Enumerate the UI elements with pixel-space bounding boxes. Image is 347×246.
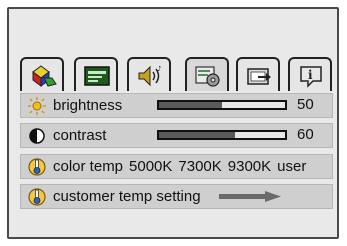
option-5000k[interactable]: 5000K [129,158,172,175]
contrast-slider[interactable] [157,130,287,140]
color-temp-label: color temp [53,158,124,175]
system-gear-icon [195,66,220,87]
brightness-label: brightness [53,97,123,114]
info-icon: i [300,66,322,88]
option-7300k[interactable]: 7300K [178,158,221,175]
tab-info[interactable]: i [288,57,332,91]
contrast-label: contrast [53,127,107,144]
option-user[interactable]: user [277,158,306,175]
contrast-row[interactable]: contrast 60 [20,123,333,148]
tab-system[interactable] [185,57,229,91]
display-settings-icon [84,66,110,86]
option-9300k[interactable]: 9300K [228,158,271,175]
brightness-slider[interactable] [157,100,287,110]
tab-display[interactable] [74,57,118,91]
tab-color[interactable] [20,57,64,91]
brightness-fill [159,102,222,108]
svg-text:i: i [308,68,313,82]
tab-bar: ♪ i [20,57,333,95]
brightness-row[interactable]: brightness 50 [20,93,333,118]
contrast-fill [159,132,235,138]
color-shapes-icon [32,65,57,87]
audio-icon: ♪ [138,65,161,87]
customer-temp-label: customer temp setting [53,188,201,205]
svg-text:♪: ♪ [157,65,161,73]
thermometer-icon [28,157,46,176]
contrast-icon [29,127,45,144]
brightness-value: 50 [297,96,314,113]
contrast-value: 60 [297,126,314,143]
settings-panel: brightness 50 contrast 60 color temp 500… [20,93,333,238]
sun-icon [28,96,46,115]
monitor-input-icon [247,68,271,85]
customer-temp-row[interactable]: customer temp setting [20,184,333,209]
tab-input[interactable] [236,57,280,91]
color-temp-row[interactable]: color temp 5000K 7300K 9300K user [20,154,333,179]
tab-audio[interactable]: ♪ [127,57,171,91]
thermometer-icon [28,187,46,206]
arrow-right-icon[interactable] [219,191,281,203]
